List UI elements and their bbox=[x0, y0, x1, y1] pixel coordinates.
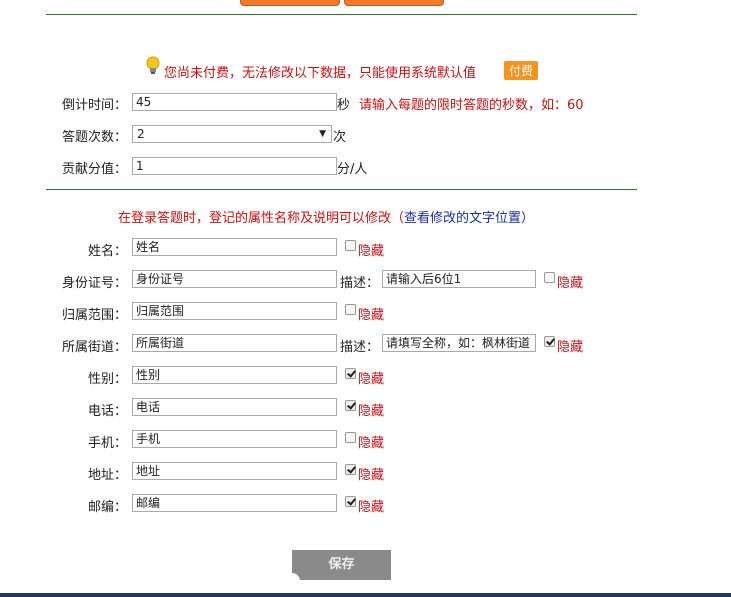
field-street-desc-label: 描述： bbox=[340, 340, 380, 355]
field-phone-hide-checkbox[interactable] bbox=[345, 400, 356, 411]
countdown-unit: 秒 bbox=[337, 98, 351, 113]
dropdown-arrow-icon: ▼ bbox=[319, 129, 326, 139]
field-name-hide-label: 隐藏 bbox=[358, 244, 385, 259]
field-idcard-hide-label: 隐藏 bbox=[557, 276, 584, 291]
field-address-input[interactable]: 地址 bbox=[132, 462, 337, 480]
field-street-desc-input[interactable]: 请填写全称，如：枫林街道 bbox=[382, 334, 536, 352]
field-address-hide-checkbox[interactable] bbox=[345, 464, 356, 475]
divider-top bbox=[46, 14, 637, 15]
field-idcard-hide-checkbox[interactable] bbox=[544, 272, 555, 283]
field-zipcode-input[interactable]: 邮编 bbox=[132, 494, 337, 512]
contribution-label: 贡献分值： bbox=[61, 162, 127, 177]
divider-middle bbox=[46, 189, 637, 190]
field-address-hide-label: 隐藏 bbox=[358, 468, 385, 483]
countdown-hint: 请输入每题的限时答题的秒数，如：60 bbox=[359, 98, 584, 113]
attempts-select[interactable]: 2 ▼ bbox=[132, 125, 332, 143]
lightbulb-icon bbox=[146, 56, 160, 76]
field-mobile-hide-label: 隐藏 bbox=[358, 436, 385, 451]
field-idcard-desc-input[interactable]: 请输入后6位1 bbox=[382, 270, 536, 288]
attribute-notice: 在登录答题时，登记的属性名称及说明可以修改（查看修改的文字位置） bbox=[118, 207, 534, 226]
field-scope-input[interactable]: 归属范围 bbox=[132, 302, 337, 320]
field-zipcode-hide-checkbox[interactable] bbox=[345, 496, 356, 507]
attempts-value: 2 bbox=[137, 127, 145, 141]
bottom-bar bbox=[0, 593, 731, 597]
field-scope-label: 归属范围： bbox=[61, 308, 127, 323]
field-gender-hide-label: 隐藏 bbox=[358, 372, 385, 387]
field-idcard-desc-label: 描述： bbox=[340, 276, 380, 291]
attribute-notice-close: ） bbox=[521, 211, 535, 226]
field-street-hide-label: 隐藏 bbox=[557, 340, 584, 355]
payment-notice-text: 您尚未付费，无法修改以下数据，只能使用系统默认值 bbox=[164, 66, 477, 81]
field-idcard-input[interactable]: 身份证号 bbox=[132, 270, 337, 288]
attribute-notice-text: 在登录答题时，登记的属性名称及说明可以修改（ bbox=[118, 211, 405, 226]
field-name-hide-checkbox[interactable] bbox=[345, 240, 356, 251]
field-street-hide-checkbox[interactable] bbox=[544, 336, 555, 347]
field-gender-hide-checkbox[interactable] bbox=[345, 368, 356, 379]
field-name-label: 姓名： bbox=[87, 244, 127, 259]
field-mobile-label: 手机： bbox=[87, 436, 127, 451]
field-zipcode-label: 邮编： bbox=[87, 500, 127, 515]
field-phone-label: 电话： bbox=[87, 404, 127, 419]
field-street-label: 所属街道： bbox=[61, 340, 127, 355]
contribution-unit: 分/人 bbox=[337, 162, 368, 177]
field-scope-hide-checkbox[interactable] bbox=[345, 304, 356, 315]
field-gender-input[interactable]: 性别 bbox=[132, 366, 337, 384]
field-address-label: 地址： bbox=[87, 468, 127, 483]
view-edit-position-link[interactable]: 查看修改的文字位置 bbox=[404, 211, 521, 226]
top-tab-button-2[interactable] bbox=[344, 0, 444, 6]
countdown-input[interactable]: 45 bbox=[132, 93, 337, 111]
field-name-input[interactable]: 姓名 bbox=[132, 238, 337, 256]
field-mobile-input[interactable]: 手机 bbox=[132, 430, 337, 448]
field-mobile-hide-checkbox[interactable] bbox=[345, 432, 356, 443]
save-button[interactable]: 保存 bbox=[292, 550, 391, 581]
field-gender-label: 性别： bbox=[87, 372, 127, 387]
contribution-input[interactable]: 1 bbox=[132, 157, 337, 175]
field-zipcode-hide-label: 隐藏 bbox=[358, 500, 385, 515]
field-street-input[interactable]: 所属街道 bbox=[132, 334, 337, 352]
countdown-label: 倒计时间： bbox=[61, 98, 127, 113]
attempts-label: 答题次数： bbox=[61, 130, 127, 145]
top-tab-button-1[interactable] bbox=[240, 0, 340, 6]
pay-button[interactable]: 付费 bbox=[504, 61, 539, 80]
field-idcard-label: 身份证号： bbox=[61, 276, 127, 291]
field-phone-input[interactable]: 电话 bbox=[132, 398, 337, 416]
field-phone-hide-label: 隐藏 bbox=[358, 404, 385, 419]
attempts-unit: 次 bbox=[333, 130, 347, 145]
field-scope-hide-label: 隐藏 bbox=[358, 308, 385, 323]
